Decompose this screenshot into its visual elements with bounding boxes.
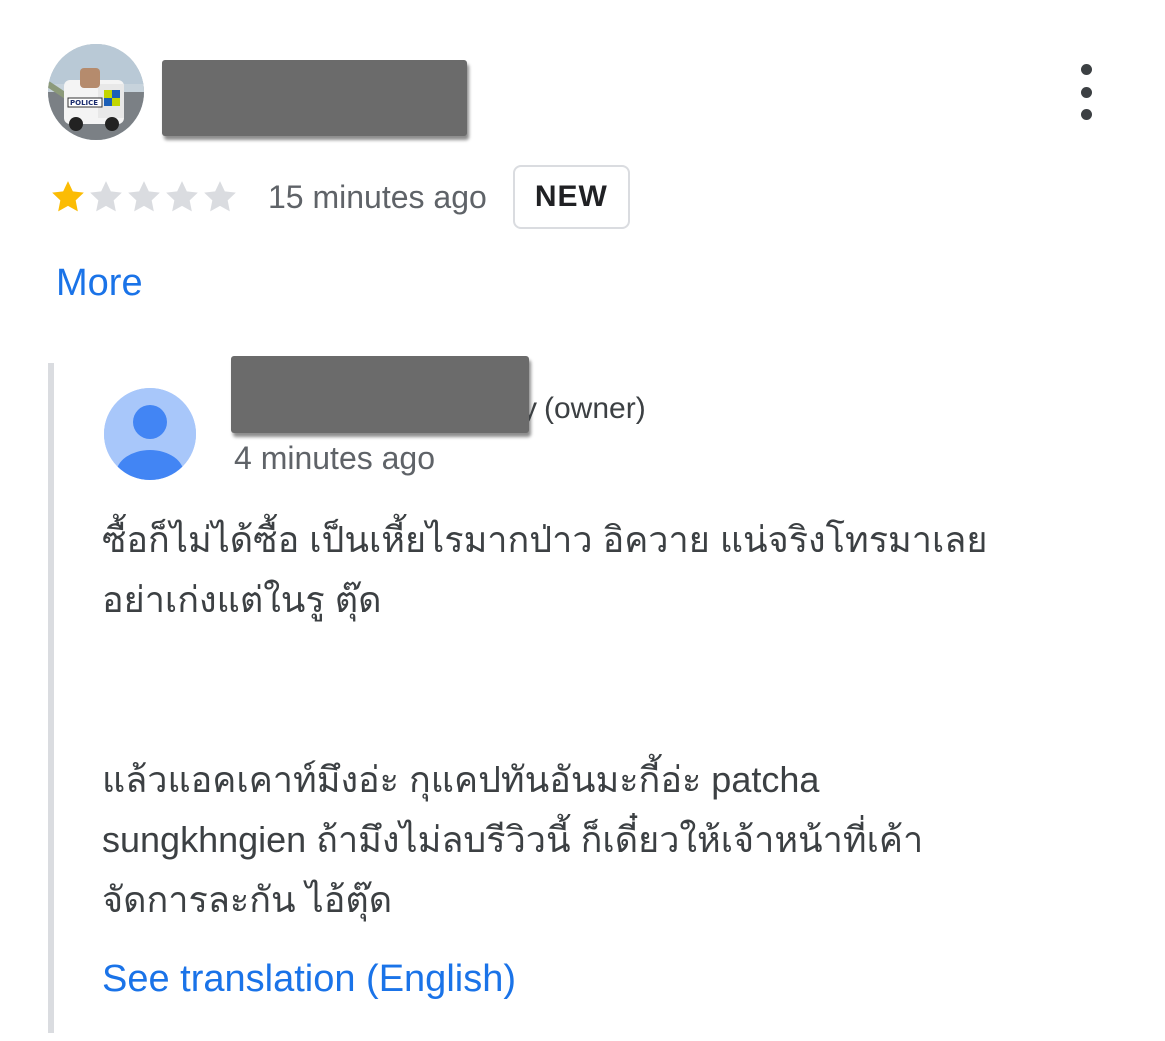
star-empty-icon xyxy=(128,181,160,212)
review-time: 15 minutes ago xyxy=(268,178,487,215)
reviewer-avatar[interactable]: POLICE xyxy=(48,44,144,140)
new-badge: NEW xyxy=(512,165,630,229)
svg-text:POLICE: POLICE xyxy=(70,99,98,107)
owner-avatar[interactable] xyxy=(104,388,196,480)
star-filled-icon xyxy=(52,181,84,212)
default-user-icon xyxy=(104,388,196,480)
star-empty-icon xyxy=(204,181,236,212)
reviewer-profile-photo: POLICE xyxy=(48,44,144,140)
reply-text-line: อย่าเก่งแต่ในรู ตุ๊ด xyxy=(102,579,382,620)
reply-divider-bar xyxy=(48,363,54,1033)
more-options-button[interactable] xyxy=(1066,64,1106,120)
reply-time: 4 minutes ago xyxy=(234,440,436,476)
see-translation-link[interactable]: See translation (English) xyxy=(102,958,516,1001)
more-link[interactable]: More xyxy=(56,262,143,305)
star-empty-icon xyxy=(90,181,122,212)
owner-tag: (owner) xyxy=(544,392,646,425)
more-vert-icon xyxy=(1080,64,1092,75)
owner-name-visible-tail: y xyxy=(529,392,537,422)
reply-text-line: ซื้อก็ไม่ได้ซื้อ เป็นเหี้ยไรมากป่าว อิคว… xyxy=(102,519,988,560)
reviewer-name-redacted xyxy=(162,60,467,136)
reply-text-line: แล้วแอคเคาท์มึงอ่ะ กุแคปทันอันมะกี้อ่ะ p… xyxy=(102,759,820,800)
star-empty-icon xyxy=(166,181,198,212)
rating-row: 15 minutes ago NEW xyxy=(48,165,630,229)
reply-paragraph-1: ซื้อก็ไม่ได้ซื้อ เป็นเหี้ยไรมากป่าว อิคว… xyxy=(102,510,1112,630)
reply-text-line: sungkhngien ถ้ามึงไม่ลบรีวิวนี้ ก็เดี๋ยว… xyxy=(102,819,924,860)
reply-paragraph-2: แล้วแอคเคาท์มึงอ่ะ กุแคปทันอันมะกี้อ่ะ p… xyxy=(102,750,1112,930)
reply-text-line: จัดการละกัน ไอ้ตุ๊ด xyxy=(102,879,393,920)
owner-name-redacted xyxy=(231,356,529,433)
star-rating xyxy=(48,177,238,217)
